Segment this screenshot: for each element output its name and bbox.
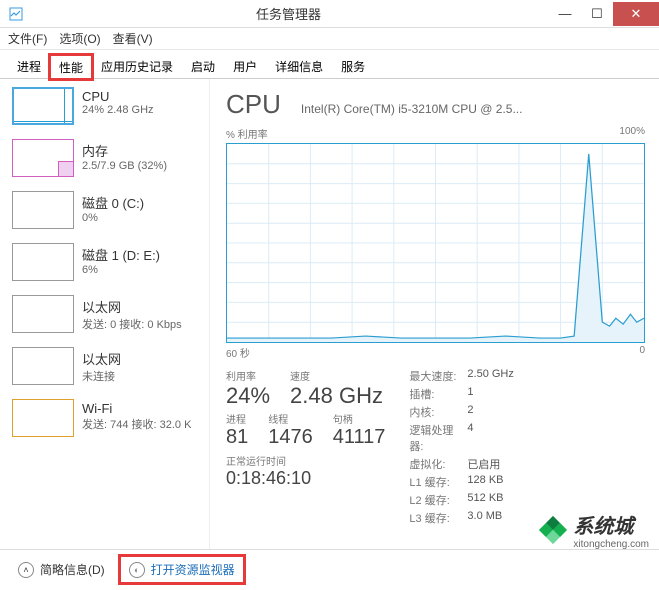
tabstrip: 进程 性能 应用历史记录 启动 用户 详细信息 服务 — [0, 50, 659, 79]
label-maxspeed: 最大速度: — [409, 368, 467, 384]
value-l3: 3.0 MB — [467, 510, 513, 526]
sidebar-sub: 6% — [82, 264, 160, 276]
ethernet-thumb — [12, 295, 74, 333]
label-virt: 虚拟化: — [409, 456, 467, 472]
memory-thumb — [12, 139, 74, 177]
label-l2: L2 缓存: — [409, 492, 467, 508]
watermark: 系统城 xitongcheng.com — [539, 510, 649, 550]
tab-services[interactable]: 服务 — [332, 54, 374, 78]
cpu-model: Intel(R) Core(TM) i5-3210M CPU @ 2.5... — [301, 102, 645, 116]
disk-thumb — [12, 243, 74, 281]
tab-details[interactable]: 详细信息 — [266, 54, 332, 78]
cpu-title: CPU — [226, 89, 281, 120]
close-button[interactable]: ✕ — [613, 2, 659, 26]
sidebar-label: 磁盘 0 (C:) — [82, 193, 144, 212]
sidebar-sub: 未连接 — [82, 368, 121, 384]
sidebar-item-cpu[interactable]: CPU 24% 2.48 GHz — [12, 87, 209, 125]
value-virt: 已启用 — [467, 456, 513, 472]
menu-options[interactable]: 选项(O) — [59, 30, 100, 47]
tab-users[interactable]: 用户 — [224, 54, 266, 78]
value-maxspeed: 2.50 GHz — [467, 368, 513, 384]
chart-ylabel: % 利用率 — [226, 126, 268, 141]
sidebar-label: 磁盘 1 (D: E:) — [82, 245, 160, 264]
value-l2: 512 KB — [467, 492, 513, 508]
sidebar-label: Wi-Fi — [82, 401, 191, 416]
label-handles: 句柄 — [333, 411, 386, 426]
tab-app-history[interactable]: 应用历史记录 — [92, 54, 182, 78]
label-cores: 内核: — [409, 404, 467, 420]
value-uptime: 0:18:46:10 — [226, 468, 385, 489]
value-cores: 2 — [467, 404, 513, 420]
app-icon — [4, 0, 28, 28]
chevron-up-icon: ˄ — [18, 562, 34, 578]
sidebar-label: 内存 — [82, 141, 167, 160]
label-uptime: 正常运行时间 — [226, 453, 385, 468]
cpu-chart — [226, 143, 645, 343]
value-speed: 2.48 GHz — [290, 383, 383, 409]
value-utilization: 24% — [226, 383, 270, 409]
sidebar-item-ethernet1[interactable]: 以太网 未连接 — [12, 347, 209, 385]
value-lprocs: 4 — [467, 422, 513, 454]
label-sockets: 插槽: — [409, 386, 467, 402]
value-handles: 41117 — [333, 426, 386, 449]
content-panel: CPU Intel(R) Core(TM) i5-3210M CPU @ 2.5… — [210, 79, 659, 549]
menu-file[interactable]: 文件(F) — [8, 30, 47, 47]
sidebar-sub: 2.5/7.9 GB (32%) — [82, 160, 167, 172]
disk-thumb — [12, 191, 74, 229]
sidebar-sub: 24% 2.48 GHz — [82, 104, 154, 116]
sidebar-label: 以太网 — [82, 297, 182, 316]
sidebar-item-disk0[interactable]: 磁盘 0 (C:) 0% — [12, 191, 209, 229]
label-l1: L1 缓存: — [409, 474, 467, 490]
label-utilization: 利用率 — [226, 368, 270, 383]
watermark-url: xitongcheng.com — [573, 539, 649, 550]
value-sockets: 1 — [467, 386, 513, 402]
ethernet-thumb — [12, 347, 74, 385]
minimize-button[interactable]: — — [549, 2, 581, 26]
value-threads: 1476 — [268, 426, 313, 449]
sidebar-sub: 0% — [82, 212, 144, 224]
resmon-label: 打开资源监视器 — [151, 561, 235, 578]
sidebar-item-disk1[interactable]: 磁盘 1 (D: E:) 6% — [12, 243, 209, 281]
sidebar-item-memory[interactable]: 内存 2.5/7.9 GB (32%) — [12, 139, 209, 177]
sidebar-item-wifi[interactable]: Wi-Fi 发送: 744 接收: 32.0 K — [12, 399, 209, 437]
sidebar-label: 以太网 — [82, 349, 121, 368]
titlebar: 任务管理器 — ☐ ✕ — [0, 0, 659, 28]
fewer-details-button[interactable]: ˄ 简略信息(D) — [18, 561, 105, 578]
footer: ˄ 简略信息(D) ◐ 打开资源监视器 — [0, 549, 659, 589]
fewer-details-label: 简略信息(D) — [40, 561, 105, 578]
open-resource-monitor-link[interactable]: ◐ 打开资源监视器 — [121, 557, 243, 582]
value-l1: 128 KB — [467, 474, 513, 490]
label-lprocs: 逻辑处理器: — [409, 422, 467, 454]
maximize-button[interactable]: ☐ — [581, 2, 613, 26]
cpu-thumb — [12, 87, 74, 125]
watermark-text: 系统城 — [573, 516, 633, 538]
chart-ymax: 100% — [619, 126, 645, 141]
watermark-logo-icon — [539, 516, 567, 544]
sidebar-item-ethernet0[interactable]: 以太网 发送: 0 接收: 0 Kbps — [12, 295, 209, 333]
window-title: 任务管理器 — [28, 4, 549, 23]
label-l3: L3 缓存: — [409, 510, 467, 526]
window-controls: — ☐ ✕ — [549, 2, 659, 26]
wifi-thumb — [12, 399, 74, 437]
sidebar: CPU 24% 2.48 GHz 内存 2.5/7.9 GB (32%) 磁盘 … — [0, 79, 210, 549]
tab-startup[interactable]: 启动 — [182, 54, 224, 78]
chart-xlabel: 60 秒 — [226, 345, 250, 360]
resmon-icon: ◐ — [129, 562, 145, 578]
label-speed: 速度 — [290, 368, 383, 383]
label-threads: 线程 — [268, 411, 313, 426]
value-processes: 81 — [226, 426, 248, 449]
menu-view[interactable]: 查看(V) — [113, 30, 153, 47]
chart-xzero: 0 — [639, 345, 645, 360]
tab-performance[interactable]: 性能 — [50, 55, 92, 79]
sidebar-sub: 发送: 0 接收: 0 Kbps — [82, 316, 182, 332]
menubar: 文件(F) 选项(O) 查看(V) — [0, 28, 659, 50]
tab-processes[interactable]: 进程 — [8, 54, 50, 78]
main-area: CPU 24% 2.48 GHz 内存 2.5/7.9 GB (32%) 磁盘 … — [0, 79, 659, 549]
sidebar-label: CPU — [82, 89, 154, 104]
cpu-details: 最大速度:2.50 GHz 插槽:1 内核:2 逻辑处理器:4 虚拟化:已启用 … — [409, 368, 513, 526]
label-processes: 进程 — [226, 411, 248, 426]
sidebar-sub: 发送: 744 接收: 32.0 K — [82, 416, 191, 432]
